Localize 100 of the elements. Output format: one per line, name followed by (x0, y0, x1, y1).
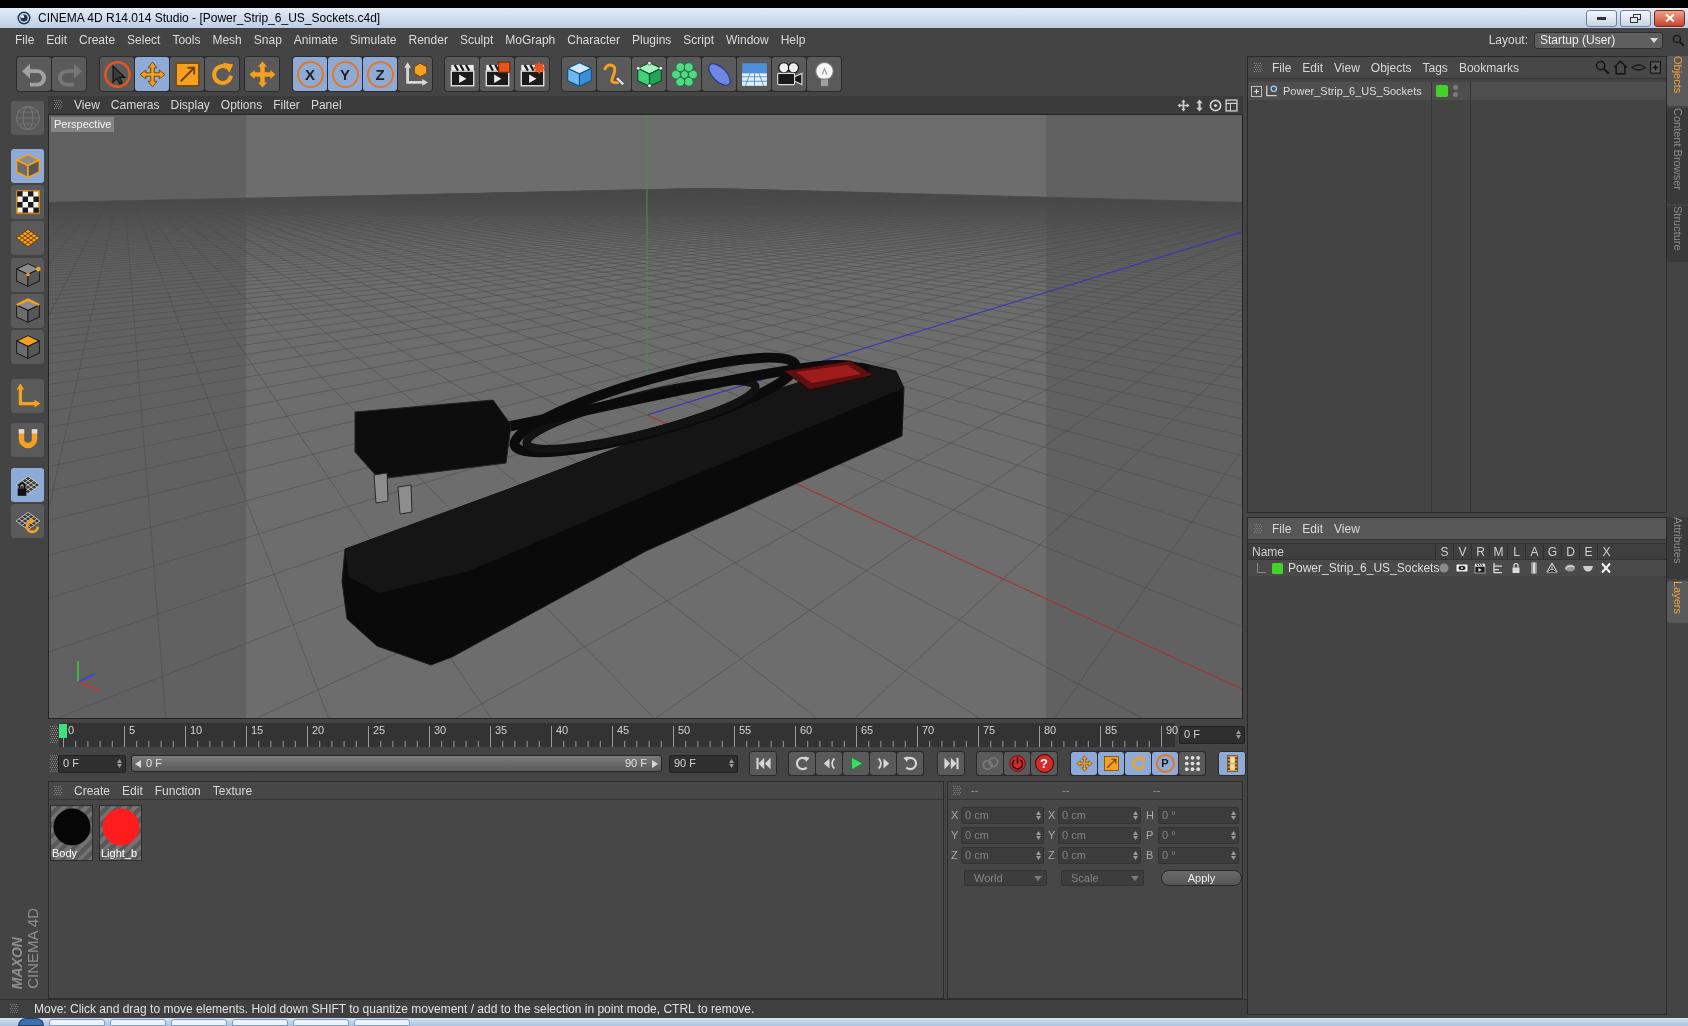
render-view-button[interactable] (445, 57, 479, 91)
live-selection-button[interactable] (100, 57, 134, 91)
camera-button[interactable] (772, 57, 806, 91)
material-menu-item[interactable]: Edit (122, 784, 143, 797)
object-menu-item[interactable]: Tags (1422, 61, 1448, 74)
point-key-button[interactable] (1179, 752, 1205, 775)
side-tab[interactable]: Layers (1667, 581, 1688, 623)
menu-item[interactable]: Simulate (349, 34, 397, 46)
z-axis-button[interactable]: Z (363, 57, 397, 91)
viewport-menu-item[interactable]: Options (220, 99, 263, 111)
spline-pen-button[interactable] (597, 57, 631, 91)
step-forward-button[interactable] (870, 752, 896, 775)
axis-button[interactable] (11, 379, 44, 413)
menu-item[interactable]: Snap (253, 34, 282, 46)
polygons-button[interactable] (11, 330, 44, 364)
menu-item[interactable]: Character (567, 34, 620, 46)
layout-icon[interactable] (1225, 98, 1238, 112)
move-button[interactable] (135, 57, 169, 91)
cube-button[interactable] (562, 57, 596, 91)
clapperboard-icon[interactable] (1474, 562, 1486, 574)
close-button[interactable] (1654, 9, 1685, 27)
cloner-button[interactable] (667, 57, 701, 91)
orbit-icon[interactable] (1209, 98, 1222, 112)
edges-button[interactable] (11, 294, 44, 328)
render-picture-viewer-button[interactable] (480, 57, 514, 91)
question-button[interactable]: ? (1031, 752, 1057, 775)
pyramid-icon[interactable] (1546, 562, 1558, 574)
y-axis-button[interactable]: Y (328, 57, 362, 91)
go-to-end-button[interactable] (937, 751, 965, 776)
side-tab[interactable]: Structure (1667, 206, 1688, 262)
menu-item[interactable]: MoGraph (505, 34, 556, 46)
padlock-icon[interactable] (1510, 562, 1522, 574)
menu-item[interactable]: Sculpt (459, 34, 494, 46)
visibility-dots-icon[interactable] (1453, 85, 1458, 97)
menu-item[interactable]: Plugins (631, 34, 672, 46)
viewport-menu-item[interactable]: Panel (310, 99, 342, 111)
deformer-button[interactable] (702, 57, 736, 91)
expand-plus-icon[interactable] (1251, 85, 1262, 97)
render-settings-button[interactable] (515, 57, 549, 91)
start-button[interactable] (18, 1018, 44, 1026)
side-tab[interactable]: Objects (1667, 56, 1688, 106)
light-button[interactable] (807, 57, 841, 91)
object-name[interactable]: Power_Strip_6_US_Sockets (1283, 82, 1422, 100)
start-frame-field[interactable]: 0 F (58, 754, 126, 773)
object-menu-item[interactable]: Objects (1370, 61, 1412, 74)
material-tile[interactable]: Light_b (99, 805, 142, 861)
parameter-key-button[interactable]: P (1152, 752, 1178, 775)
scale-button[interactable] (170, 57, 204, 91)
workplane-button[interactable] (11, 221, 44, 255)
layer-menu-item[interactable]: File (1272, 522, 1292, 535)
loop-back-button[interactable] (789, 752, 815, 775)
rotate-button[interactable] (205, 57, 239, 91)
minimize-button[interactable] (1586, 9, 1617, 27)
material-menu-item[interactable]: Texture (212, 784, 253, 797)
side-tab[interactable]: Content Browser (1667, 108, 1688, 204)
add-box-icon[interactable] (1649, 61, 1662, 74)
go-to-start-button[interactable] (749, 751, 777, 776)
undo-button[interactable] (17, 57, 51, 91)
playhead[interactable] (59, 723, 67, 738)
locked-workplane-button[interactable] (11, 468, 44, 502)
layer-menu-item[interactable]: Edit (1302, 522, 1324, 535)
object-menu-item[interactable]: File (1272, 61, 1292, 74)
viewport-menu-item[interactable]: Display (170, 99, 210, 111)
pan-icon[interactable] (1177, 98, 1190, 112)
x-axis-button[interactable]: X (293, 57, 327, 91)
object-menu-item[interactable]: View (1334, 61, 1360, 74)
menu-item[interactable]: File (15, 34, 35, 46)
scale-key-button[interactable] (1098, 752, 1124, 775)
floor-button[interactable] (737, 57, 771, 91)
object-row[interactable]: Power_Strip_6_US_Sockets (1248, 82, 1666, 100)
menu-item[interactable]: Mesh (212, 34, 242, 46)
menu-item[interactable]: Edit (46, 34, 68, 46)
layer-name[interactable]: Power_Strip_6_US_Sockets (1288, 559, 1440, 577)
add-tool-button[interactable] (244, 56, 280, 92)
object-menu-item[interactable]: Edit (1302, 61, 1324, 74)
subdivision-button[interactable] (632, 57, 666, 91)
material-tile[interactable]: Body (50, 805, 93, 861)
material-menu-item[interactable]: Create (74, 784, 111, 797)
x-mark-icon[interactable] (1600, 562, 1612, 574)
snap-button[interactable] (11, 423, 44, 457)
menu-item[interactable]: Create (79, 34, 116, 46)
eye-icon[interactable] (1456, 562, 1468, 574)
frame-range-slider[interactable]: 0 F 90 F (131, 755, 662, 772)
workplane-rotate-button[interactable] (11, 504, 44, 538)
menu-item[interactable]: Window (726, 34, 769, 46)
dot-icon[interactable] (1438, 562, 1450, 574)
bent-disc-icon[interactable] (1564, 562, 1576, 574)
end-frame-field[interactable]: 90 F (669, 754, 738, 773)
points-button[interactable] (11, 258, 44, 292)
texture-button[interactable] (11, 185, 44, 219)
play-button[interactable] (843, 752, 869, 775)
timeline-button[interactable] (1218, 751, 1246, 776)
layout-dropdown[interactable]: Startup (User) (1534, 31, 1663, 49)
record-button[interactable] (1004, 752, 1030, 775)
hierarchy-icon[interactable] (1492, 562, 1504, 574)
menu-item[interactable]: Animate (293, 34, 338, 46)
menu-item[interactable]: Help (780, 34, 806, 46)
coordinate-system-button[interactable] (398, 57, 432, 91)
loop-forward-button[interactable] (897, 752, 923, 775)
layer-menu-item[interactable]: View (1334, 522, 1360, 535)
